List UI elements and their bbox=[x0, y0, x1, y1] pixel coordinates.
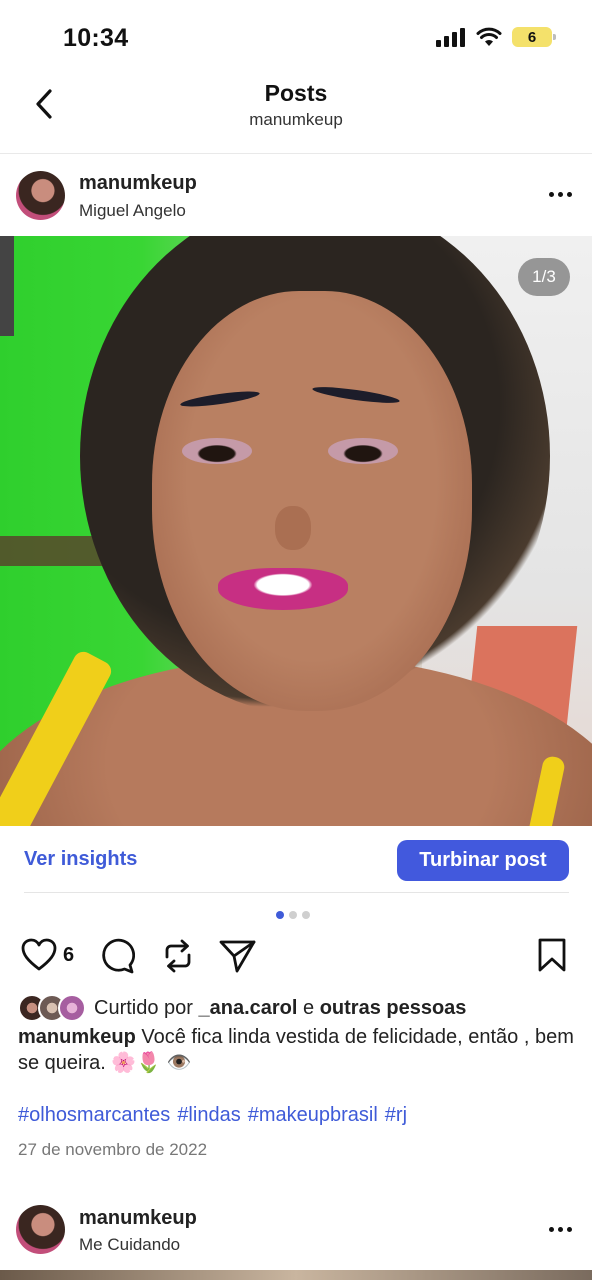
heart-icon bbox=[21, 938, 57, 971]
status-time: 10:34 bbox=[63, 24, 129, 52]
page-title: Posts bbox=[264, 80, 328, 106]
more-options-button[interactable] bbox=[549, 192, 572, 197]
more-dot-icon bbox=[567, 1227, 572, 1232]
more-dot-icon bbox=[558, 1227, 563, 1232]
carousel-dot bbox=[289, 911, 297, 919]
post-username[interactable]: manumkeup bbox=[79, 1207, 197, 1230]
carousel-dot-active bbox=[276, 911, 284, 919]
hashtag-link[interactable]: #olhosmarcantes bbox=[18, 1104, 170, 1127]
like-button[interactable]: 6 bbox=[21, 938, 74, 972]
liked-by-text: Curtido por _ana.carol e outras pessoas bbox=[94, 996, 467, 1019]
more-dot-icon bbox=[558, 192, 563, 197]
repost-button[interactable] bbox=[160, 938, 196, 974]
next-post-image[interactable] bbox=[0, 1270, 592, 1280]
liked-by-row[interactable]: Curtido por _ana.carol e outras pessoas bbox=[18, 994, 466, 1022]
share-button[interactable] bbox=[219, 938, 257, 974]
hashtag-link[interactable]: #lindas bbox=[177, 1104, 240, 1127]
post-location[interactable]: Me Cuidando bbox=[79, 1235, 180, 1255]
post-location[interactable]: Miguel Angelo bbox=[79, 201, 186, 221]
cellular-signal-icon bbox=[436, 28, 465, 47]
caption-username[interactable]: manumkeup bbox=[18, 1026, 136, 1048]
post-date: 27 de novembro de 2022 bbox=[18, 1140, 208, 1159]
divider bbox=[24, 892, 569, 893]
nav-header: Posts manumkeup bbox=[0, 70, 592, 154]
battery-indicator: 6 bbox=[512, 27, 556, 47]
battery-level: 6 bbox=[527, 28, 537, 46]
more-dot-icon bbox=[567, 192, 572, 197]
post-header: manumkeup Miguel Angelo bbox=[0, 155, 592, 235]
post-image[interactable] bbox=[0, 236, 592, 826]
liked-by-others[interactable]: outras pessoas bbox=[320, 997, 467, 1019]
avatar[interactable] bbox=[16, 1205, 65, 1254]
comment-icon bbox=[102, 938, 135, 974]
status-bar: 10:34 6 bbox=[0, 0, 592, 70]
hashtag-link[interactable]: #makeupbrasil bbox=[248, 1104, 378, 1127]
carousel-indicator bbox=[276, 911, 310, 919]
image-counter: 1/3 bbox=[518, 258, 570, 296]
hashtags: #olhosmarcantes #lindas #makeupbrasil #r… bbox=[18, 1104, 407, 1127]
liked-by-user[interactable]: _ana.carol bbox=[199, 997, 298, 1019]
repost-icon bbox=[165, 939, 191, 973]
send-icon bbox=[219, 940, 256, 973]
like-count: 6 bbox=[63, 943, 75, 966]
bookmark-icon bbox=[538, 938, 566, 972]
wifi-icon bbox=[476, 27, 502, 46]
hashtag-link[interactable]: #rj bbox=[385, 1104, 407, 1127]
action-bar: 6 bbox=[0, 938, 592, 978]
more-dot-icon bbox=[549, 1227, 554, 1232]
insights-bar: Ver insights Turbinar post bbox=[0, 826, 592, 894]
save-button[interactable] bbox=[537, 938, 567, 972]
carousel-dot bbox=[302, 911, 310, 919]
liker-avatar bbox=[58, 994, 86, 1022]
more-options-button[interactable] bbox=[549, 1227, 572, 1232]
post-caption: manumkeup Você fica linda vestida de fel… bbox=[18, 1024, 578, 1076]
more-dot-icon bbox=[549, 192, 554, 197]
view-insights-link[interactable]: Ver insights bbox=[24, 848, 137, 871]
post-username[interactable]: manumkeup bbox=[79, 172, 197, 195]
avatar[interactable] bbox=[16, 171, 65, 220]
next-post-header: manumkeup Me Cuidando bbox=[0, 1190, 592, 1270]
comment-button[interactable] bbox=[99, 938, 135, 974]
boost-post-button[interactable]: Turbinar post bbox=[397, 840, 569, 881]
page-subtitle: manumkeup bbox=[249, 110, 343, 129]
